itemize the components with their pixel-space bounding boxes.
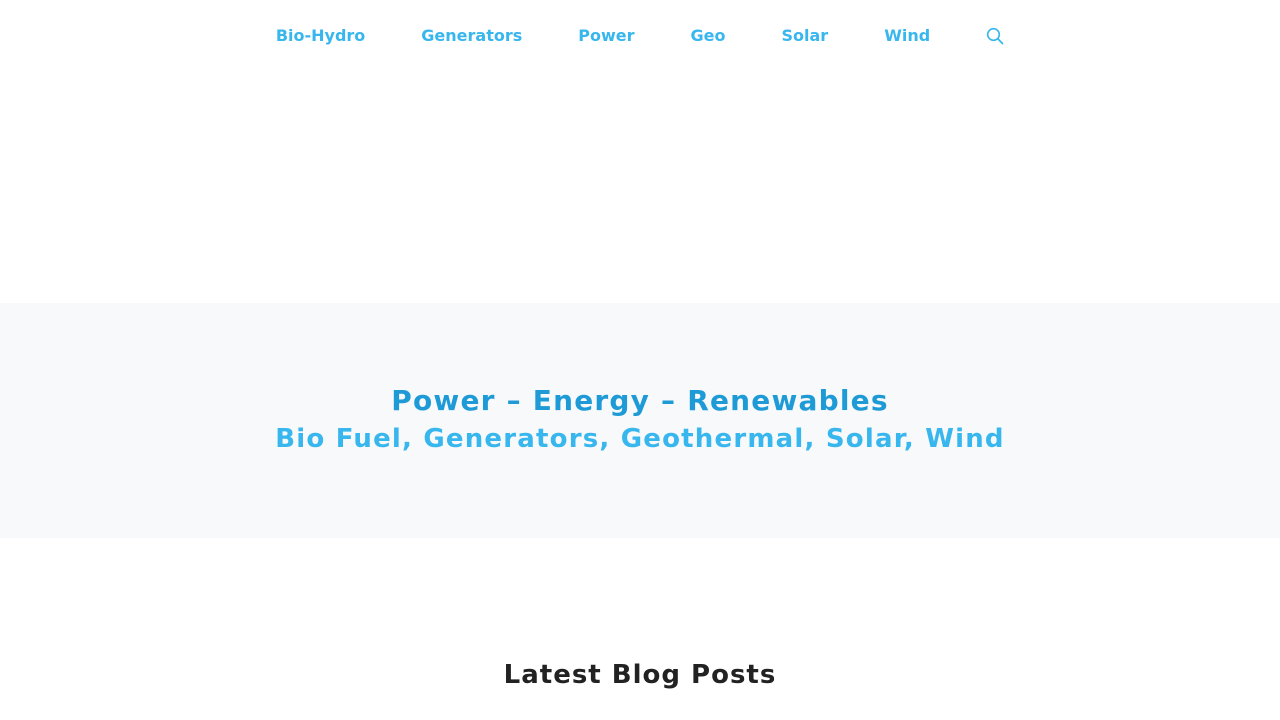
nav-list: Bio-Hydro Generators Power Geo Solar Win… <box>248 0 1032 72</box>
nav-item-wind[interactable]: Wind <box>856 0 958 72</box>
latest-posts-heading: Latest Blog Posts <box>503 660 777 690</box>
nav-item-generators[interactable]: Generators <box>393 0 550 72</box>
hero-subtitle: Bio Fuel, Generators, Geothermal, Solar,… <box>275 423 1005 454</box>
nav-item-solar[interactable]: Solar <box>754 0 857 72</box>
hero-banner: Power – Energy – Renewables Bio Fuel, Ge… <box>0 303 1280 538</box>
hero-title: Power – Energy – Renewables <box>391 383 889 417</box>
nav-item-bio-hydro[interactable]: Bio-Hydro <box>248 0 393 72</box>
nav-item-geo[interactable]: Geo <box>663 0 754 72</box>
nav-item-power[interactable]: Power <box>550 0 662 72</box>
search-icon <box>986 27 1004 45</box>
main-navigation: Bio-Hydro Generators Power Geo Solar Win… <box>0 0 1280 72</box>
search-button[interactable] <box>958 0 1032 72</box>
page: Bio-Hydro Generators Power Geo Solar Win… <box>0 0 1280 720</box>
